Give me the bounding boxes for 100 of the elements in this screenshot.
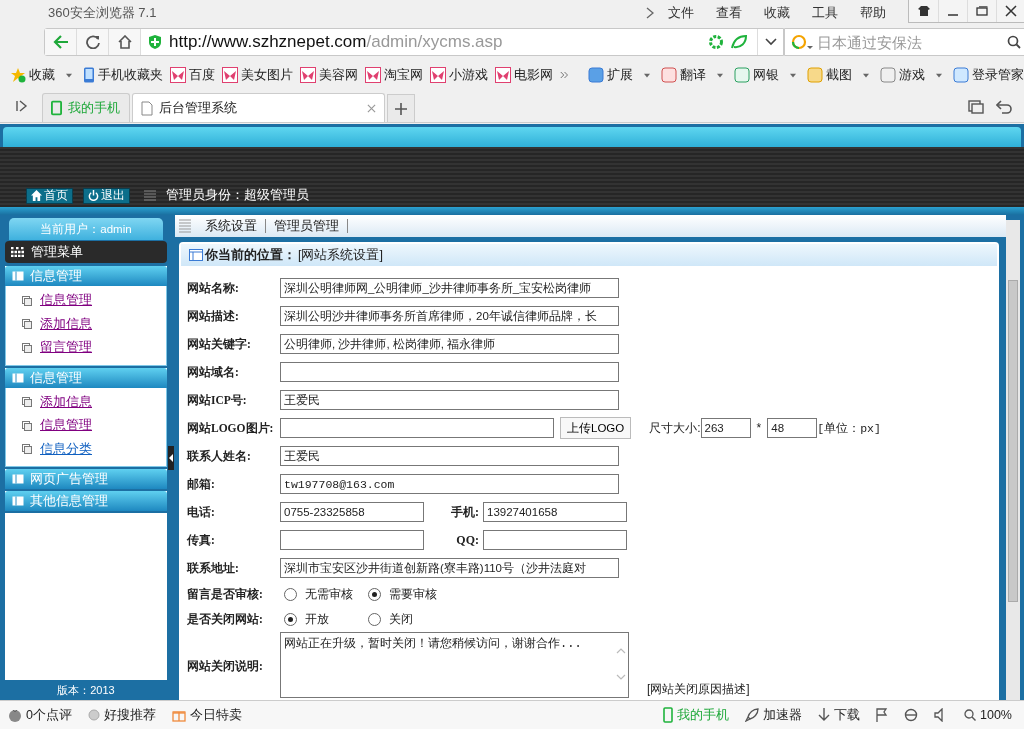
menu-item[interactable]: 帮助 [860, 4, 886, 22]
status-item[interactable]: 加速器 [745, 706, 802, 724]
menu-item[interactable]: 查看 [716, 4, 742, 22]
top-menu-tab[interactable]: 系统设置 [197, 219, 266, 233]
radio-option[interactable]: 关闭 [368, 611, 448, 628]
windows-icon[interactable] [968, 100, 984, 114]
caret-icon[interactable] [644, 72, 650, 78]
butterfly-icon [430, 67, 446, 83]
caret-icon[interactable] [863, 72, 869, 78]
page-icon [22, 319, 32, 330]
menu-link[interactable]: 信息管理 [40, 292, 92, 310]
flag-icon[interactable] [876, 708, 888, 722]
chevron-icon[interactable] [646, 7, 654, 19]
text-field[interactable]: 公明律师, 沙井律师, 松岗律师, 福永律师 [280, 334, 619, 354]
minimize-button[interactable] [938, 0, 967, 22]
toolbar-tool[interactable]: 截图 [807, 66, 852, 84]
text-field[interactable]: 深圳公明律师网_公明律师_沙井律师事务所_宝安松岗律师 [280, 278, 619, 298]
file-path-field[interactable] [280, 418, 554, 438]
text-field[interactable]: 13927401658 [483, 502, 627, 522]
admin-role: 管理员身份：超级管理员 [166, 187, 309, 204]
text-field[interactable]: 王爱民 [280, 390, 619, 410]
search-icon[interactable] [1007, 35, 1021, 49]
height-field[interactable]: 48 [767, 418, 818, 438]
more-icon[interactable] [560, 70, 569, 80]
bookmark[interactable]: 美女图片 [222, 66, 293, 84]
field-label: 手机: [450, 503, 480, 521]
status-item[interactable]: 0个点评 [8, 706, 72, 724]
list-icon [144, 189, 156, 202]
menu-item[interactable]: 工具 [812, 4, 838, 22]
app-icon [734, 67, 750, 83]
menu-item[interactable]: 收藏 [764, 4, 790, 22]
field-label: 联系地址: [187, 560, 240, 576]
toolbar-tool[interactable]: 扩展 [588, 66, 633, 84]
toolbar-tool[interactable]: 登录管家 [953, 66, 1024, 84]
new-tab-button[interactable] [387, 94, 415, 122]
toolbar-tool[interactable]: 翻译 [661, 66, 706, 84]
undo-icon[interactable] [996, 100, 1012, 114]
skin-button[interactable] [909, 0, 938, 22]
field-hint: [网站关闭原因描述] [647, 681, 750, 698]
page-icon [22, 397, 32, 408]
search-engine-icon[interactable] [791, 34, 813, 50]
text-field[interactable]: 深圳市宝安区沙井街道创新路(寮丰路)110号（沙井法庭对 [280, 558, 619, 578]
panel-icon [12, 372, 24, 383]
caret-icon[interactable] [717, 72, 723, 78]
bookmark[interactable]: 电影网 [495, 66, 553, 84]
text-field[interactable] [483, 530, 627, 550]
field-label: 网站描述: [187, 308, 240, 324]
bookmark[interactable]: 百度 [170, 66, 215, 84]
field-label: 传真: [187, 532, 216, 548]
top-menu-tab[interactable]: 管理员管理 [266, 219, 348, 233]
caret-icon[interactable] [936, 72, 942, 78]
maximize-button[interactable] [967, 0, 996, 22]
radio-option[interactable]: 无需审核 [284, 586, 364, 603]
browser-tab[interactable]: 后台管理系统 [132, 93, 385, 122]
text-field[interactable]: tw197708@163.com [280, 474, 619, 494]
close-icon [1005, 5, 1017, 17]
bookmark[interactable]: 收藏 [10, 66, 55, 84]
text-field[interactable]: 深圳公明沙井律师事务所首席律师，20年诚信律师品牌，长 [280, 306, 619, 326]
status-item[interactable]: 下载 [818, 706, 860, 724]
text-field[interactable] [280, 530, 424, 550]
bookmark[interactable]: 手机收藏夹 [83, 66, 163, 84]
menu-link[interactable]: 添加信息 [40, 315, 92, 333]
menu-link[interactable]: 添加信息 [40, 393, 92, 411]
menu-link[interactable]: 留言管理 [40, 339, 92, 357]
app-icon [661, 67, 677, 83]
status-item[interactable]: 今日特卖 [171, 706, 242, 724]
toolbar-tool[interactable]: 网银 [734, 66, 779, 84]
text-area[interactable]: 网站正在升级，暂时关闭！请您稍候访问，谢谢合作... [280, 632, 629, 698]
bookmark[interactable]: 小游戏 [430, 66, 488, 84]
window-icon [189, 249, 203, 261]
text-field[interactable] [280, 362, 619, 382]
caret-icon[interactable] [790, 72, 796, 78]
radio-option[interactable]: 需要审核 [368, 586, 448, 603]
text-field[interactable]: 0755-23325858 [280, 502, 424, 522]
search-bar[interactable]: 日本通过安保法 [784, 28, 1024, 56]
size-label: 尺寸大小: [649, 419, 701, 437]
location-label: 你当前的位置： [205, 246, 296, 264]
close-button[interactable] [996, 0, 1024, 22]
scrollbar[interactable] [1006, 220, 1020, 700]
width-field[interactable]: 263 [700, 418, 751, 438]
window-title: 360安全浏览器 7.1 [48, 4, 158, 22]
panel-icon [12, 496, 24, 506]
toolbar-tool[interactable]: 游戏 [880, 66, 925, 84]
menu-link[interactable]: 信息管理 [40, 417, 92, 435]
zoom-level[interactable]: 100% [964, 708, 1012, 722]
bookmark[interactable]: 美容网 [300, 66, 358, 84]
status-item[interactable]: 好搜推荐 [87, 706, 156, 724]
menu-link[interactable]: 信息分类 [40, 440, 92, 458]
menu-item[interactable]: 文件 [668, 4, 694, 22]
bookmark[interactable]: 淘宝网 [365, 66, 423, 84]
radio-option[interactable]: 开放 [284, 611, 364, 628]
field-label: 网站ICP号: [187, 392, 248, 408]
upload-button[interactable]: 上传LOGO [560, 417, 632, 439]
close-icon[interactable] [367, 103, 376, 113]
sidebar-toggle-icon[interactable] [16, 100, 28, 112]
caret-icon[interactable] [66, 72, 72, 78]
nav-button[interactable]: 退出 [83, 187, 130, 204]
nav-button[interactable]: 首页 [26, 187, 73, 204]
collapse-icon[interactable] [168, 445, 174, 470]
text-field[interactable]: 王爱民 [280, 446, 619, 466]
